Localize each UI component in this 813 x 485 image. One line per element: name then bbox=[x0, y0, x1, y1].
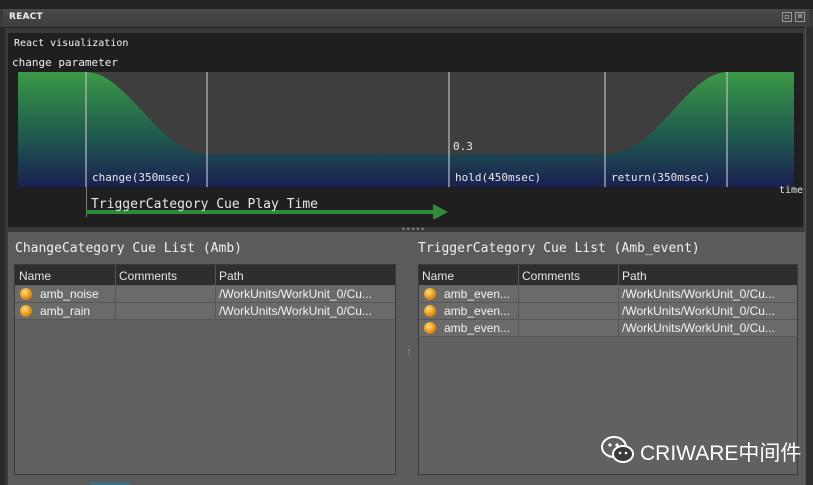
column-name[interactable]: Name bbox=[19, 269, 51, 283]
trigger-category-title: TriggerCategory Cue List (Amb_event) bbox=[418, 241, 700, 256]
cue-path: /WorkUnits/WorkUnit_0/Cu... bbox=[219, 304, 372, 318]
close-icon[interactable]: ✕ bbox=[795, 12, 805, 22]
level-value-label: 0.3 bbox=[453, 140, 473, 153]
column-path[interactable]: Path bbox=[219, 269, 244, 283]
column-path[interactable]: Path bbox=[622, 269, 647, 283]
horizontal-splitter-handle[interactable]: ⋮ ⋮ bbox=[405, 346, 413, 366]
cue-name: amb_noise bbox=[40, 287, 99, 301]
window-titlebar: REACT ▫ ✕ bbox=[3, 9, 809, 28]
table-row[interactable]: amb_even... /WorkUnits/WorkUnit_0/Cu... bbox=[419, 303, 797, 320]
cue-ball-icon bbox=[424, 288, 436, 300]
cue-path: /WorkUnits/WorkUnit_0/Cu... bbox=[622, 321, 775, 335]
window-title: REACT bbox=[9, 12, 43, 22]
cue-name: amb_even... bbox=[444, 321, 511, 335]
top-strip bbox=[0, 0, 813, 9]
cue-ball-icon bbox=[20, 305, 32, 317]
cue-ball-icon bbox=[20, 288, 32, 300]
cue-name: amb_rain bbox=[40, 304, 91, 318]
cue-name: amb_even... bbox=[444, 287, 511, 301]
trigger-play-time-label: TriggerCategory Cue Play Time bbox=[91, 197, 318, 212]
viz-title: React visualization bbox=[14, 38, 129, 49]
cue-ball-icon bbox=[424, 322, 436, 334]
wechat-icon bbox=[601, 436, 634, 463]
column-name[interactable]: Name bbox=[422, 269, 454, 283]
cue-name: amb_even... bbox=[444, 304, 511, 318]
trigger-arrow-head bbox=[433, 204, 448, 219]
change-duration-label: change(350msec) bbox=[92, 171, 192, 184]
column-comments[interactable]: Comments bbox=[522, 269, 580, 283]
trigger-list-header: Name Comments Path bbox=[419, 265, 797, 285]
cue-path: /WorkUnits/WorkUnit_0/Cu... bbox=[622, 287, 775, 301]
left-dock-edge bbox=[0, 27, 5, 485]
restore-icon[interactable]: ▫ bbox=[782, 12, 792, 22]
column-comments[interactable]: Comments bbox=[119, 269, 177, 283]
right-dock-edge bbox=[805, 27, 813, 485]
time-axis-label: time bbox=[779, 185, 804, 196]
cue-path: /WorkUnits/WorkUnit_0/Cu... bbox=[622, 304, 775, 318]
hold-duration-label: hold(450msec) bbox=[455, 171, 542, 184]
change-category-title: ChangeCategory Cue List (Amb) bbox=[15, 241, 242, 256]
cue-ball-icon bbox=[424, 305, 436, 317]
table-row[interactable]: amb_even... /WorkUnits/WorkUnit_0/Cu... bbox=[419, 320, 797, 337]
change-list-header: Name Comments Path bbox=[15, 265, 395, 285]
change-category-list[interactable]: Name Comments Path amb_noise /WorkUnits/… bbox=[14, 264, 396, 475]
table-row[interactable]: amb_even... /WorkUnits/WorkUnit_0/Cu... bbox=[419, 286, 797, 303]
cue-path: /WorkUnits/WorkUnit_0/Cu... bbox=[219, 287, 372, 301]
react-curve-graph bbox=[18, 72, 794, 187]
viz-parameter-label: change parameter bbox=[12, 56, 118, 69]
watermark-text: CRIWARE中间件 bbox=[640, 442, 802, 465]
return-duration-label: return(350msec) bbox=[611, 171, 711, 184]
table-row[interactable]: amb_noise /WorkUnits/WorkUnit_0/Cu... bbox=[15, 286, 395, 303]
table-row[interactable]: amb_rain /WorkUnits/WorkUnit_0/Cu... bbox=[15, 303, 395, 320]
